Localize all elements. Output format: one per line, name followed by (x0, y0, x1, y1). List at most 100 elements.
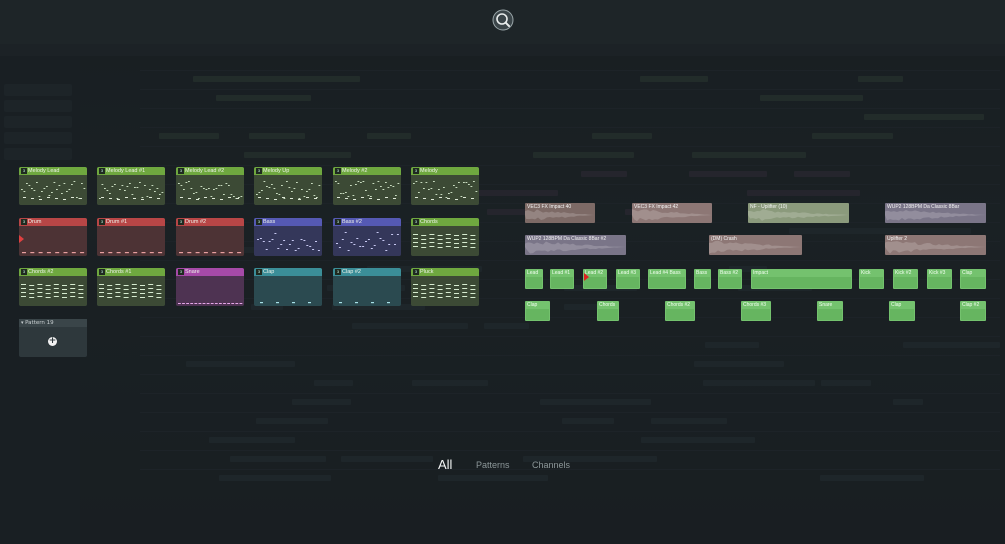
pattern-clip-body (666, 309, 694, 320)
pattern-clip[interactable]: Kick #2 (893, 269, 918, 289)
tab-patterns[interactable]: Patterns (476, 460, 510, 470)
pattern-clip[interactable]: Lead #4 Bass (648, 269, 686, 289)
pattern-notes-preview (179, 252, 242, 254)
pattern-tile-label: Melody #2 (342, 168, 368, 174)
audio-clip[interactable]: (DM) Crash (709, 235, 802, 255)
pattern-preview (97, 276, 165, 306)
pattern-clip[interactable]: Snare (817, 301, 843, 321)
pattern-tile[interactable]: 3 Clap (254, 268, 322, 306)
audio-clip[interactable]: NF - Uplifter (10) (748, 203, 849, 223)
pattern-clip-body (961, 277, 985, 288)
pattern-tile-header: 3 Drum #2 (176, 218, 244, 226)
pattern-tile-label: Melody Lead #2 (185, 168, 225, 174)
pattern-clip[interactable]: Clap (525, 301, 550, 321)
pattern-tile-header: 3 Melody (411, 167, 479, 175)
new-pattern-tile[interactable]: ▾ Pattern 19 + (19, 319, 87, 357)
pattern-clip[interactable]: Lead #2 (583, 269, 607, 289)
pattern-clip-label: Bass (696, 270, 708, 276)
pattern-clip[interactable]: Clap #2 (960, 301, 986, 321)
pattern-tile[interactable]: 3 Chords (411, 218, 479, 256)
pattern-number-badge: 3 (21, 219, 27, 225)
pattern-clip[interactable]: Bass #2 (718, 269, 742, 289)
pattern-preview (97, 175, 165, 205)
pattern-tile-label: Pluck (420, 269, 434, 275)
pattern-preview (19, 276, 87, 306)
audio-clip[interactable]: VEC3 FX Impact 40 (525, 203, 595, 223)
pattern-preview (411, 175, 479, 205)
pattern-tile[interactable]: 3 Drum (19, 218, 87, 256)
pattern-tile-header: 3 Pluck (411, 268, 479, 276)
pattern-clip-label: Clap (962, 270, 973, 276)
pattern-tile-label: Melody Lead (28, 168, 60, 174)
pattern-tile[interactable]: 3 Melody Lead #1 (97, 167, 165, 205)
pattern-clip[interactable]: Clap (889, 301, 915, 321)
search-icon[interactable] (492, 9, 514, 31)
audio-clip-label: WUP2 128BPM Da Classic 8Bar (887, 204, 960, 210)
pattern-preview (254, 175, 322, 205)
pattern-tile[interactable]: 3 Drum #2 (176, 218, 244, 256)
tab-all[interactable]: All (438, 457, 452, 472)
pattern-notes-preview (21, 181, 86, 200)
audio-clip[interactable]: WUP2 128BPM Da Classic 8Bar #2 (525, 235, 626, 255)
audio-clip-label: NF - Uplifter (10) (750, 204, 788, 210)
pattern-preview (333, 276, 401, 306)
pattern-tile[interactable]: 3 Bass (254, 218, 322, 256)
pattern-tile[interactable]: 3 Clap #2 (333, 268, 401, 306)
pattern-tile-label: Melody (420, 168, 438, 174)
pattern-number-badge: 3 (178, 269, 184, 275)
pattern-preview (176, 226, 244, 256)
pattern-clip-body (598, 309, 618, 320)
pattern-tile[interactable]: 3 Drum #1 (97, 218, 165, 256)
pattern-clip[interactable]: Chords #2 (665, 301, 695, 321)
pattern-clip-body (890, 309, 914, 320)
pattern-clip[interactable]: Lead #3 (616, 269, 640, 289)
pattern-tile-label: Snare (185, 269, 200, 275)
pattern-clip[interactable]: Chords #3 (741, 301, 771, 321)
pattern-clip[interactable]: Chords (597, 301, 619, 321)
pattern-number-badge: 3 (335, 219, 341, 225)
audio-clip[interactable]: VEC3 FX Impact 42 (632, 203, 712, 223)
add-pattern-button[interactable]: + (48, 337, 57, 346)
pattern-clip-label: Chords #2 (667, 302, 691, 308)
pattern-clip[interactable]: Lead (525, 269, 543, 289)
audio-clip[interactable]: Uplifter 2 (885, 235, 986, 255)
pattern-tile[interactable]: 3 Snare (176, 268, 244, 306)
pattern-number-badge: 3 (413, 219, 419, 225)
pattern-clip-label: Chords (599, 302, 616, 308)
pattern-preview (333, 175, 401, 205)
pattern-tile[interactable]: 3 Melody Lead (19, 167, 87, 205)
audio-clip[interactable]: WUP2 128BPM Da Classic 8Bar (885, 203, 986, 223)
pattern-tile[interactable]: 3 Chords #1 (97, 268, 165, 306)
pattern-tile[interactable]: 3 Melody (411, 167, 479, 205)
pattern-clip-body (928, 277, 951, 288)
pattern-clip[interactable]: Lead #1 (550, 269, 574, 289)
pattern-clip-label: Clap #2 (962, 302, 980, 308)
pattern-notes-preview (257, 233, 320, 251)
pattern-number-badge: 3 (99, 269, 105, 275)
pattern-number-badge: 3 (21, 269, 27, 275)
pattern-clip-label: Bass #2 (720, 270, 739, 276)
tab-channels[interactable]: Channels (532, 460, 570, 470)
play-marker-icon (584, 273, 589, 281)
pattern-notes-preview (256, 181, 321, 200)
pattern-clip-label: Chords #3 (743, 302, 767, 308)
pattern-clip-label: Kick (861, 270, 871, 276)
pattern-clip[interactable]: Kick #3 (927, 269, 952, 289)
pattern-notes-preview (336, 232, 399, 251)
pattern-clip-label: Impact (753, 270, 769, 276)
pattern-tile-label: Clap (263, 269, 275, 275)
pattern-clip-body (526, 309, 549, 320)
pattern-clip[interactable]: Kick (859, 269, 884, 289)
pattern-tile-header: 3 Clap (254, 268, 322, 276)
pattern-clip[interactable]: Bass (694, 269, 711, 289)
pattern-tile[interactable]: 3 Melody #2 (333, 167, 401, 205)
pattern-tile[interactable]: 3 Chords #2 (19, 268, 87, 306)
pattern-tile-header: 3 Drum #1 (97, 218, 165, 226)
pattern-tile[interactable]: 3 Melody Lead #2 (176, 167, 244, 205)
pattern-tile[interactable]: 3 Pluck (411, 268, 479, 306)
pattern-tile[interactable]: 3 Bass #2 (333, 218, 401, 256)
pattern-tile[interactable]: 3 Melody Up (254, 167, 322, 205)
pattern-clip[interactable]: Clap (960, 269, 986, 289)
audio-clip-label: Uplifter 2 (887, 236, 908, 242)
pattern-clip[interactable]: Impact (751, 269, 852, 289)
